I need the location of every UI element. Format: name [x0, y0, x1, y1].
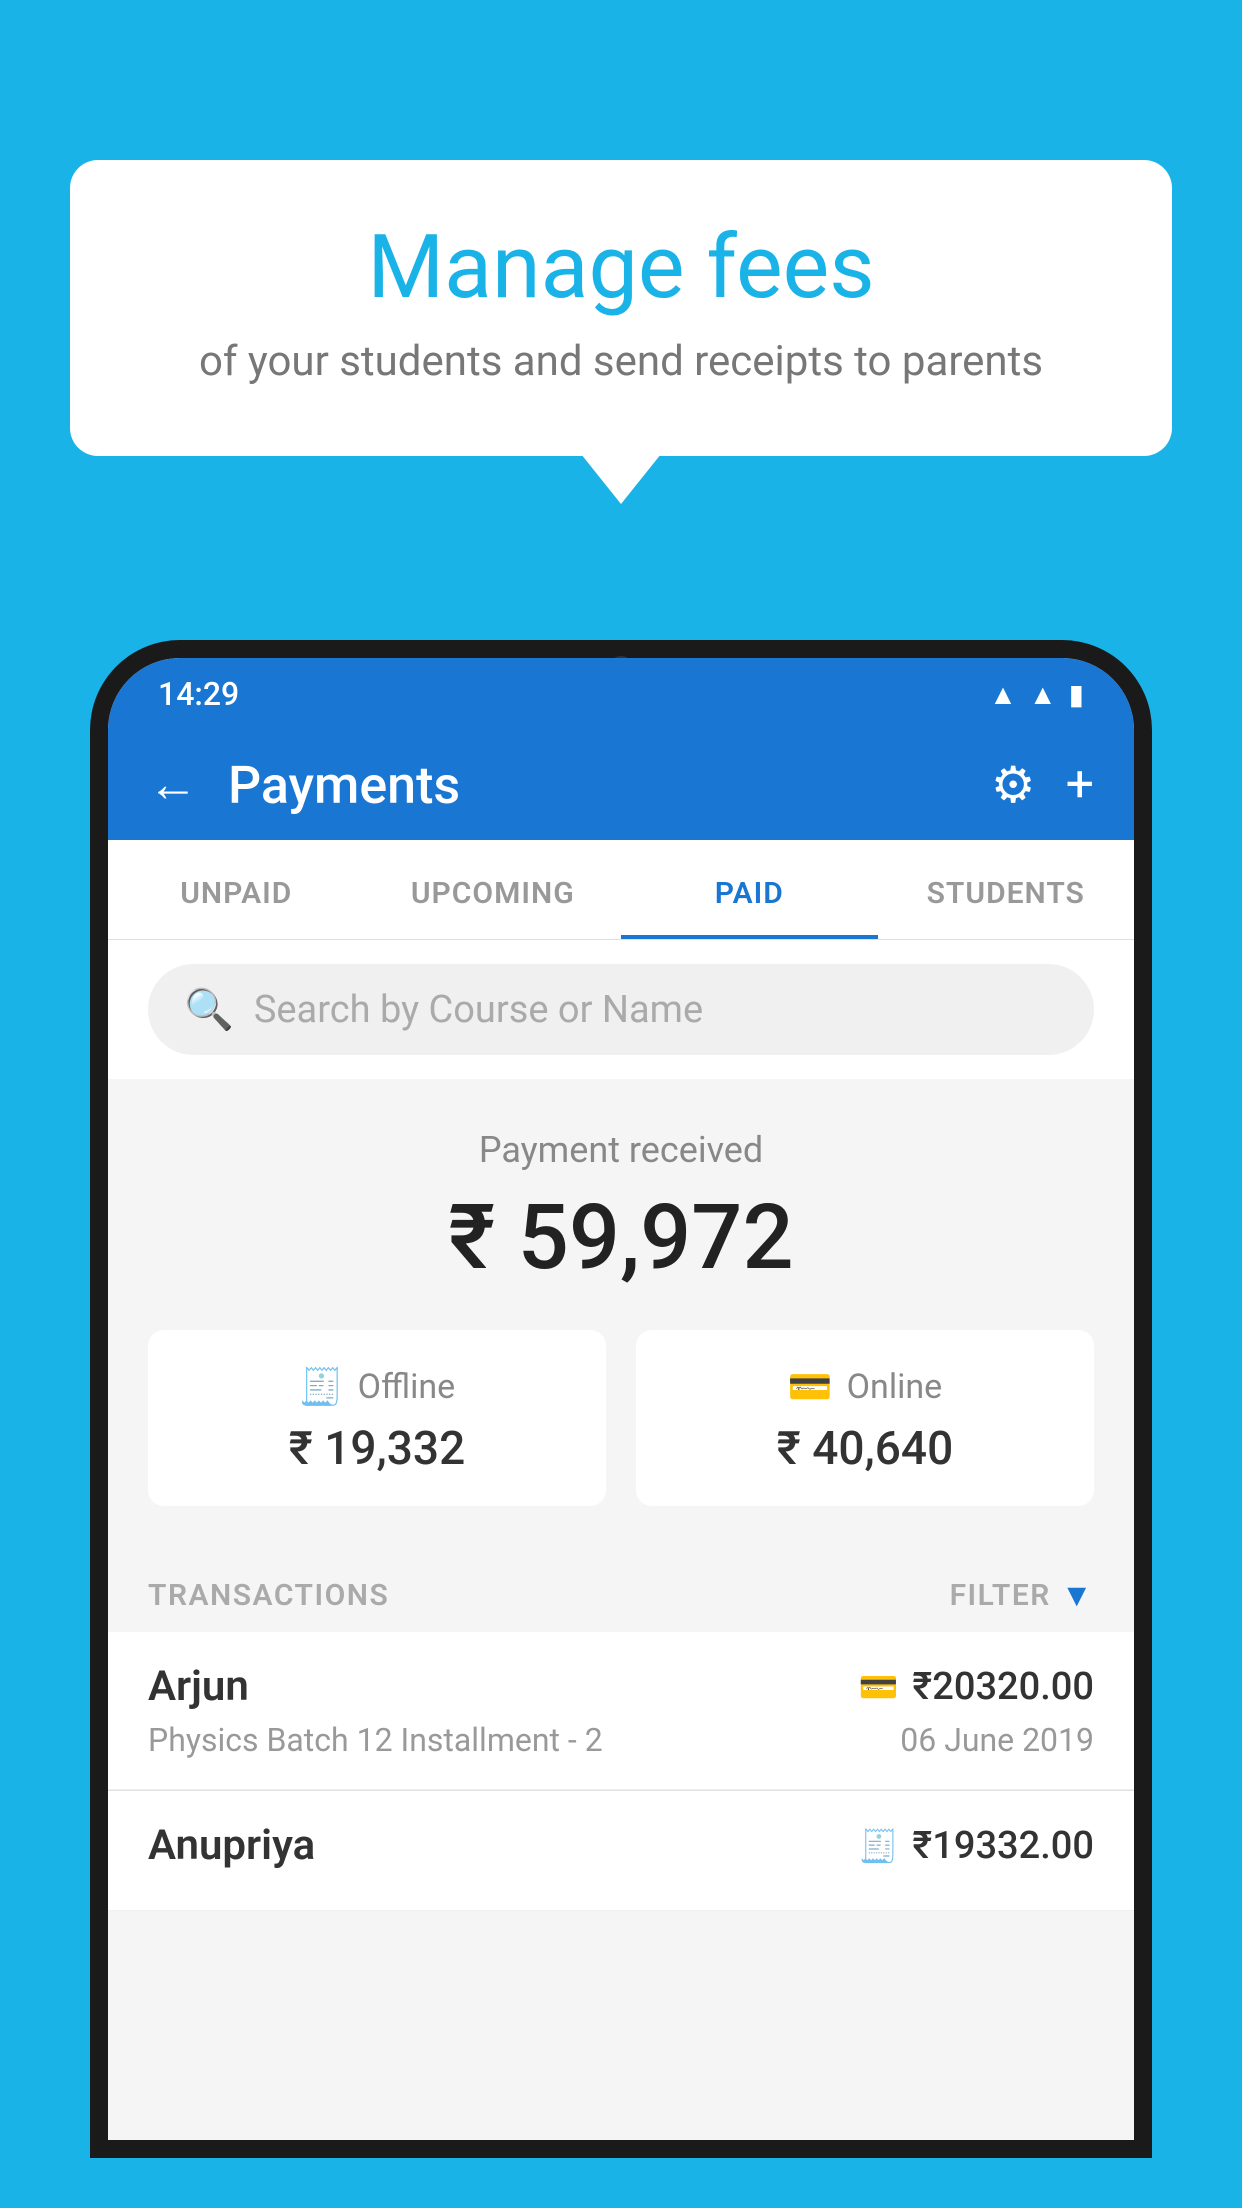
transaction-row[interactable]: Arjun 💳 ₹20320.00 Physics Batch 12 Insta…	[108, 1632, 1134, 1790]
back-button[interactable]: ←	[148, 760, 198, 810]
signal-icon: ▲	[1029, 678, 1057, 711]
bubble-title: Manage fees	[120, 220, 1122, 317]
offline-label: Offline	[358, 1367, 455, 1407]
wifi-icon: ▲	[989, 678, 1017, 711]
payment-type-icon: 🧾	[859, 1827, 899, 1865]
tab-upcoming[interactable]: UPCOMING	[365, 840, 622, 939]
transaction-row[interactable]: Anupriya 🧾 ₹19332.00	[108, 1791, 1134, 1911]
transaction-amount-container: 💳 ₹20320.00	[859, 1665, 1094, 1709]
transaction-top: Arjun 💳 ₹20320.00	[148, 1662, 1094, 1711]
payment-received-label: Payment received	[148, 1129, 1094, 1171]
add-button[interactable]: +	[1066, 756, 1094, 814]
transaction-name: Anupriya	[148, 1821, 315, 1870]
online-card-header: 💳 Online	[666, 1366, 1064, 1408]
tab-paid[interactable]: PAID	[621, 840, 878, 939]
tab-unpaid[interactable]: UNPAID	[108, 840, 365, 939]
search-icon: 🔍	[184, 986, 234, 1033]
app-bar: ← Payments ⚙ +	[108, 730, 1134, 840]
filter-icon: ▼	[1061, 1576, 1094, 1614]
offline-amount: ₹ 19,332	[178, 1422, 576, 1476]
transaction-amount: ₹19332.00	[912, 1824, 1094, 1868]
app-bar-left: ← Payments	[148, 755, 460, 816]
filter-label: FILTER	[950, 1578, 1051, 1613]
phone-container: 14:29 ▲ ▲ ▮ ← Payments ⚙ +	[90, 640, 1152, 2208]
tabs-bar: UNPAID UPCOMING PAID STUDENTS	[108, 840, 1134, 940]
transaction-amount-container: 🧾 ₹19332.00	[859, 1824, 1094, 1868]
offline-icon: 🧾	[299, 1366, 344, 1408]
speech-bubble: Manage fees of your students and send re…	[70, 160, 1172, 456]
transaction-amount: ₹20320.00	[912, 1665, 1094, 1709]
content-area: 🔍 Search by Course or Name Payment recei…	[108, 940, 1134, 2140]
online-icon: 💳	[788, 1366, 833, 1408]
transaction-top: Anupriya 🧾 ₹19332.00	[148, 1821, 1094, 1870]
online-payment-card: 💳 Online ₹ 40,640	[636, 1330, 1094, 1506]
bubble-subtitle: of your students and send receipts to pa…	[120, 337, 1122, 386]
payment-cards: 🧾 Offline ₹ 19,332 💳 Online ₹ 40,640	[148, 1330, 1094, 1506]
phone-outer: 14:29 ▲ ▲ ▮ ← Payments ⚙ +	[90, 640, 1152, 2158]
offline-card-header: 🧾 Offline	[178, 1366, 576, 1408]
transaction-date: 06 June 2019	[900, 1721, 1094, 1759]
online-label: Online	[847, 1367, 943, 1407]
search-placeholder: Search by Course or Name	[254, 988, 703, 1032]
app-bar-title: Payments	[228, 755, 460, 816]
status-time: 14:29	[158, 675, 239, 713]
transaction-bottom: Physics Batch 12 Installment - 2 06 June…	[148, 1721, 1094, 1759]
transactions-header: TRANSACTIONS FILTER ▼	[108, 1546, 1134, 1632]
filter-button[interactable]: FILTER ▼	[950, 1576, 1094, 1614]
transaction-name: Arjun	[148, 1662, 249, 1711]
offline-payment-card: 🧾 Offline ₹ 19,332	[148, 1330, 606, 1506]
phone-inner: 14:29 ▲ ▲ ▮ ← Payments ⚙ +	[108, 658, 1134, 2140]
online-amount: ₹ 40,640	[666, 1422, 1064, 1476]
payment-type-icon: 💳	[859, 1668, 899, 1706]
transactions-label: TRANSACTIONS	[148, 1578, 389, 1613]
status-bar: 14:29 ▲ ▲ ▮	[108, 658, 1134, 730]
tab-students[interactable]: STUDENTS	[878, 840, 1135, 939]
settings-button[interactable]: ⚙	[991, 756, 1036, 815]
app-bar-actions: ⚙ +	[991, 756, 1094, 815]
search-input[interactable]: 🔍 Search by Course or Name	[148, 964, 1094, 1055]
payment-total-amount: ₹ 59,972	[148, 1185, 1094, 1290]
search-bar-container: 🔍 Search by Course or Name	[108, 940, 1134, 1079]
transaction-course: Physics Batch 12 Installment - 2	[148, 1721, 603, 1759]
payment-summary: Payment received ₹ 59,972 🧾 Offline ₹ 19…	[108, 1079, 1134, 1546]
battery-icon: ▮	[1069, 678, 1084, 711]
status-icons: ▲ ▲ ▮	[989, 678, 1084, 711]
